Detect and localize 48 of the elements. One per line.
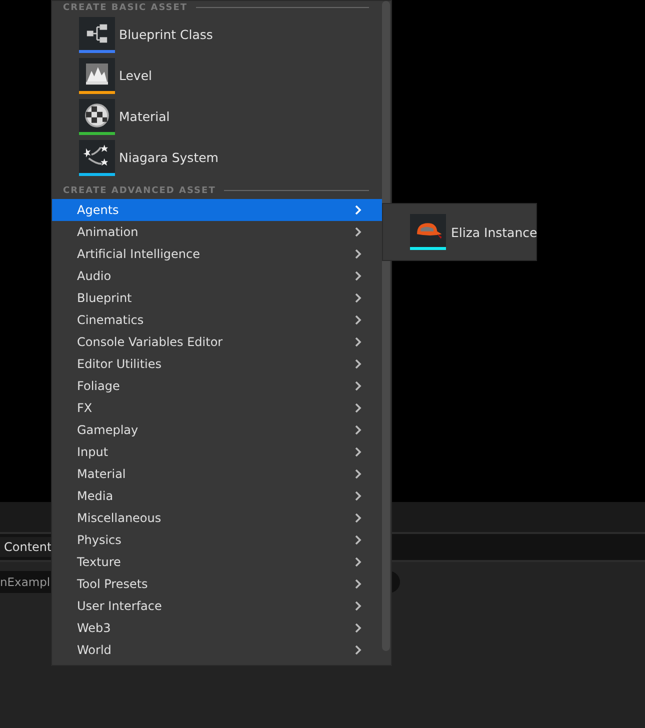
chevron-icon [355, 425, 362, 435]
chevron-icon [355, 381, 362, 391]
menu-item[interactable]: Niagara System [52, 137, 391, 178]
chevron-icon [355, 227, 362, 237]
chevron-icon [355, 293, 362, 303]
menu-item[interactable]: Eliza Instance [383, 214, 536, 250]
chevron-icon [355, 513, 362, 523]
chevron-icon [355, 271, 362, 281]
menu-item[interactable]: Material [52, 463, 382, 485]
chevron-icon [355, 447, 362, 457]
section-heading: CREATE ADVANCED ASSET [63, 186, 216, 196]
menu-item[interactable]: Gameplay [52, 419, 382, 441]
chevron-icon [355, 205, 362, 215]
chevron-icon [355, 337, 362, 347]
menu-item[interactable]: Cinematics [52, 309, 382, 331]
menu-item[interactable]: FX [52, 397, 382, 419]
menu-item[interactable]: Media [52, 485, 382, 507]
menu-item[interactable]: Blueprint Class [52, 14, 391, 55]
search-text: nExampl [0, 574, 50, 591]
menu-item[interactable]: Level [52, 55, 391, 96]
chevron-icon [355, 249, 362, 259]
menu-item[interactable]: Foliage [52, 375, 382, 397]
chevron-icon [355, 535, 362, 545]
menu-item[interactable]: Agents [52, 199, 382, 221]
menu-item[interactable]: Editor Utilities [52, 353, 382, 375]
chevron-icon [355, 557, 362, 567]
chevron-icon [355, 491, 362, 501]
menu-item[interactable]: Artificial Intelligence [52, 243, 382, 265]
menu-item[interactable]: Blueprint [52, 287, 382, 309]
menu-item[interactable]: User Interface [52, 595, 382, 617]
chevron-icon [355, 403, 362, 413]
menu-item[interactable]: Material [52, 96, 391, 137]
menu-item[interactable]: Input [52, 441, 382, 463]
chevron-icon [355, 645, 362, 655]
chevron-icon [355, 469, 362, 479]
menu-item[interactable]: Animation [52, 221, 382, 243]
chevron-icon [355, 315, 362, 325]
section-heading: CREATE BASIC ASSET [63, 2, 188, 12]
chevron-icon [355, 623, 362, 633]
scrollbar[interactable] [382, 1, 390, 651]
menu-item[interactable]: Console Variables Editor [52, 331, 382, 353]
menu-item[interactable]: Web3 [52, 617, 382, 639]
chevron-icon [355, 359, 362, 369]
chevron-icon [355, 601, 362, 611]
menu-item[interactable]: Audio [52, 265, 382, 287]
menu-item[interactable]: Tool Presets [52, 573, 382, 595]
chevron-icon [355, 579, 362, 589]
menu-item[interactable]: World [52, 639, 382, 661]
